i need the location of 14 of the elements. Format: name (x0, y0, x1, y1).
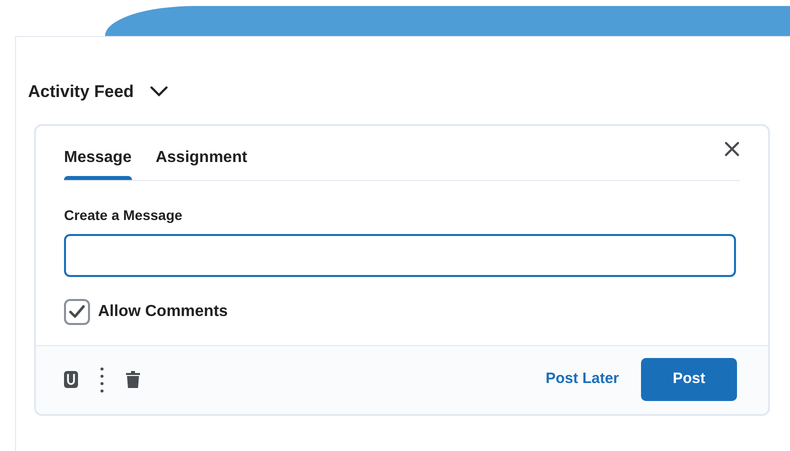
post-button[interactable]: Post (641, 358, 737, 401)
post-later-link[interactable]: Post Later (546, 368, 619, 391)
message-input[interactable] (64, 234, 736, 276)
more-options-icon[interactable] (100, 366, 104, 392)
checkbox-label: Allow Comments (98, 302, 228, 322)
allow-comments-checkbox[interactable] (64, 298, 90, 324)
checkmark-icon (69, 305, 85, 318)
attachment-icon[interactable] (64, 371, 78, 388)
chevron-down-icon[interactable] (150, 86, 168, 98)
tab[interactable]: Message (64, 146, 132, 180)
delete-icon[interactable] (126, 371, 140, 388)
tab[interactable]: Assignment (156, 146, 248, 180)
feed-title: Activity Feed (28, 81, 134, 103)
field-label: Create a Message (64, 206, 184, 225)
